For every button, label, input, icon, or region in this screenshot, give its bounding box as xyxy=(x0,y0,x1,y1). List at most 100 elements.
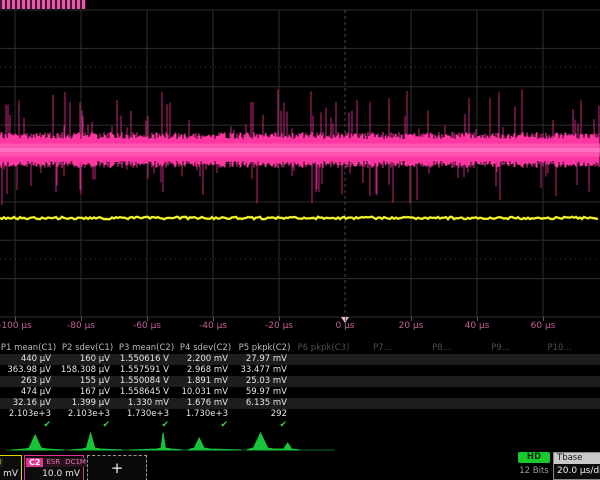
param-header-P3[interactable]: P3 mean(C2) xyxy=(118,343,177,354)
status-empty xyxy=(413,420,472,431)
c2-label-badge: C2 xyxy=(26,458,43,467)
table-cell: 33.477 mV xyxy=(236,365,295,376)
table-cell: 2.103e+3 xyxy=(59,409,118,420)
table-cell xyxy=(354,387,413,398)
table-cell xyxy=(531,376,590,387)
table-cell xyxy=(472,398,531,409)
c2-scale-value: 10.0 mV xyxy=(25,468,83,479)
table-cell xyxy=(472,365,531,376)
histicon-P5 xyxy=(247,433,300,450)
param-header-P8[interactable]: P8... xyxy=(413,343,472,354)
time-axis-label: -80 µs xyxy=(67,321,95,331)
table-cell: 263 µV xyxy=(0,376,59,387)
status-check-icon: ✔ xyxy=(118,420,177,431)
table-cell xyxy=(295,409,354,420)
table-cell xyxy=(531,409,590,420)
table-cell: 160 µV xyxy=(59,354,118,365)
table-cell: 292 xyxy=(236,409,295,420)
table-cell xyxy=(295,387,354,398)
time-axis-label: 0 µs xyxy=(335,321,354,331)
param-header-P10[interactable]: P10... xyxy=(531,343,590,354)
hd-mode-badge[interactable]: HD xyxy=(518,452,550,463)
status-check-icon: ✔ xyxy=(59,420,118,431)
histicon-P3 xyxy=(129,433,182,450)
trace-c2 xyxy=(0,89,600,205)
time-axis-label: -60 µs xyxy=(133,321,161,331)
table-cell: 363.98 µV xyxy=(0,365,59,376)
time-axis-label: 60 µs xyxy=(531,321,556,331)
status-empty xyxy=(354,420,413,431)
hd-bits-label: 12 Bits xyxy=(514,466,554,476)
status-check-icon: ✔ xyxy=(177,420,236,431)
plus-icon: + xyxy=(111,459,124,477)
table-cell: 2.968 mV xyxy=(177,365,236,376)
table-cell: 1.399 µV xyxy=(59,398,118,409)
histicon-row xyxy=(6,433,335,450)
table-cell: 27.97 mV xyxy=(236,354,295,365)
time-axis-label: -100 µs xyxy=(0,321,32,331)
time-axis-label: -20 µs xyxy=(265,321,293,331)
table-cell xyxy=(354,398,413,409)
table-cell xyxy=(295,376,354,387)
histicon-P4 xyxy=(188,438,241,450)
param-header-P7[interactable]: P7... xyxy=(354,343,413,354)
table-cell xyxy=(531,387,590,398)
status-empty xyxy=(472,420,531,431)
table-cell: 440 µV xyxy=(0,354,59,365)
table-cell xyxy=(413,376,472,387)
param-header-P5[interactable]: P5 pkpk(C2) xyxy=(236,343,295,354)
table-cell: 2.200 mV xyxy=(177,354,236,365)
table-cell xyxy=(413,354,472,365)
table-cell: 59.97 mV xyxy=(236,387,295,398)
table-cell: 10.031 mV xyxy=(177,387,236,398)
table-cell xyxy=(472,376,531,387)
time-axis-label: 20 µs xyxy=(399,321,424,331)
time-axis: -100 µs-80 µs-60 µs-40 µs-20 µs0 µs20 µs… xyxy=(0,319,600,333)
param-header-P2[interactable]: P2 sdev(C1) xyxy=(59,343,118,354)
param-header-P9[interactable]: P9... xyxy=(472,343,531,354)
table-cell: 2.103e+3 xyxy=(0,409,59,420)
table-cell xyxy=(295,354,354,365)
table-cell: 1.558645 V xyxy=(118,387,177,398)
time-axis-label: 40 µs xyxy=(465,321,490,331)
param-header-P4[interactable]: P4 sdev(C2) xyxy=(177,343,236,354)
table-cell: 155 µV xyxy=(59,376,118,387)
c1-scale-value: 10.0 mV xyxy=(0,468,21,479)
table-cell xyxy=(472,387,531,398)
measure-table: P1 mean(C1)P2 sdev(C1)P3 mean(C2)P4 sdev… xyxy=(0,343,600,431)
histicon-P1 xyxy=(11,435,64,450)
table-cell: 1.891 mV xyxy=(177,376,236,387)
channel-descriptor-c1[interactable]: C1 DC1M 10.0 mV xyxy=(0,455,22,480)
table-cell: 32.16 µV xyxy=(0,398,59,409)
param-header-P6[interactable]: P6 pkpk(C3) xyxy=(295,343,354,354)
status-check-icon: ✔ xyxy=(0,420,59,431)
table-cell: 1.730e+3 xyxy=(177,409,236,420)
table-cell: 1.330 mV xyxy=(118,398,177,409)
table-cell xyxy=(295,365,354,376)
table-cell xyxy=(472,409,531,420)
status-empty xyxy=(531,420,590,431)
table-cell: 6.135 mV xyxy=(236,398,295,409)
param-header-P1[interactable]: P1 mean(C1) xyxy=(0,343,59,354)
table-cell: 158.308 µV xyxy=(59,365,118,376)
table-cell xyxy=(354,409,413,420)
channel-descriptor-c2[interactable]: C2 ESR DC1M 10.0 mV xyxy=(24,455,84,480)
histicon-P2 xyxy=(70,433,123,450)
table-cell xyxy=(413,409,472,420)
trace-c1 xyxy=(0,217,598,219)
c1-coupling-badge: DC1M xyxy=(0,458,3,467)
oscilloscope-screen: -100 µs-80 µs-60 µs-40 µs-20 µs0 µs20 µs… xyxy=(0,0,600,480)
status-empty xyxy=(295,420,354,431)
timebase-value: 20.0 µs/div xyxy=(554,464,600,476)
timebase-label: Tbase xyxy=(554,453,600,464)
timebase-descriptor[interactable]: Tbase 20.0 µs/div xyxy=(553,452,600,480)
status-check-icon: ✔ xyxy=(236,420,295,431)
c2-coupling-badge: DC1M xyxy=(63,458,88,467)
table-cell xyxy=(354,376,413,387)
table-cell xyxy=(295,398,354,409)
table-cell xyxy=(354,354,413,365)
add-trace-button[interactable]: + xyxy=(87,455,147,480)
table-cell: 1.550616 V xyxy=(118,354,177,365)
table-cell xyxy=(413,365,472,376)
table-cell: 1.730e+3 xyxy=(118,409,177,420)
